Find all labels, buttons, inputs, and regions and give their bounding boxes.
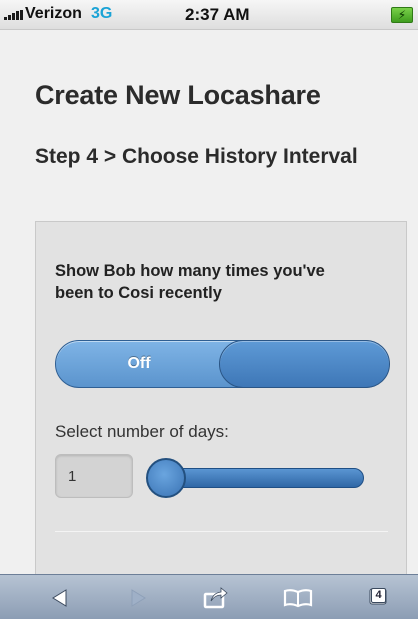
bookmarks-icon: [283, 588, 313, 607]
back-button[interactable]: [30, 575, 90, 619]
step-title: Step 4 > Choose History Interval: [35, 145, 358, 168]
question-label: Show Bob how many times you've been to C…: [55, 262, 325, 302]
toggle-label: Off: [127, 355, 151, 372]
settings-card: Show Bob how many times you've been to C…: [35, 221, 407, 619]
days-slider-label: Select number of days:: [55, 422, 229, 441]
network-type: 3G: [91, 5, 113, 22]
history-toggle[interactable]: Off: [55, 340, 390, 388]
tab-count: 4: [371, 588, 386, 603]
carrier-name: Verizon: [25, 5, 82, 22]
days-slider-thumb[interactable]: [146, 458, 186, 498]
back-arrow-icon: [52, 588, 67, 607]
forward-button[interactable]: [108, 575, 168, 619]
tabs-button[interactable]: 4: [350, 575, 410, 619]
toggle-knob[interactable]: [219, 340, 390, 388]
battery-charging-icon: ⚡: [391, 7, 413, 23]
forward-arrow-icon: [131, 588, 146, 607]
share-button[interactable]: [186, 575, 246, 619]
share-icon: [203, 586, 228, 608]
days-input[interactable]: [55, 454, 133, 498]
status-bar: Verizon 3G 2:37 AM ⚡: [0, 0, 418, 30]
page-title: Create New Locashare: [35, 80, 321, 110]
divider: [55, 531, 388, 532]
bookmarks-button[interactable]: [268, 575, 328, 619]
status-time: 2:37 AM: [185, 5, 250, 24]
browser-toolbar: 4: [0, 574, 418, 619]
